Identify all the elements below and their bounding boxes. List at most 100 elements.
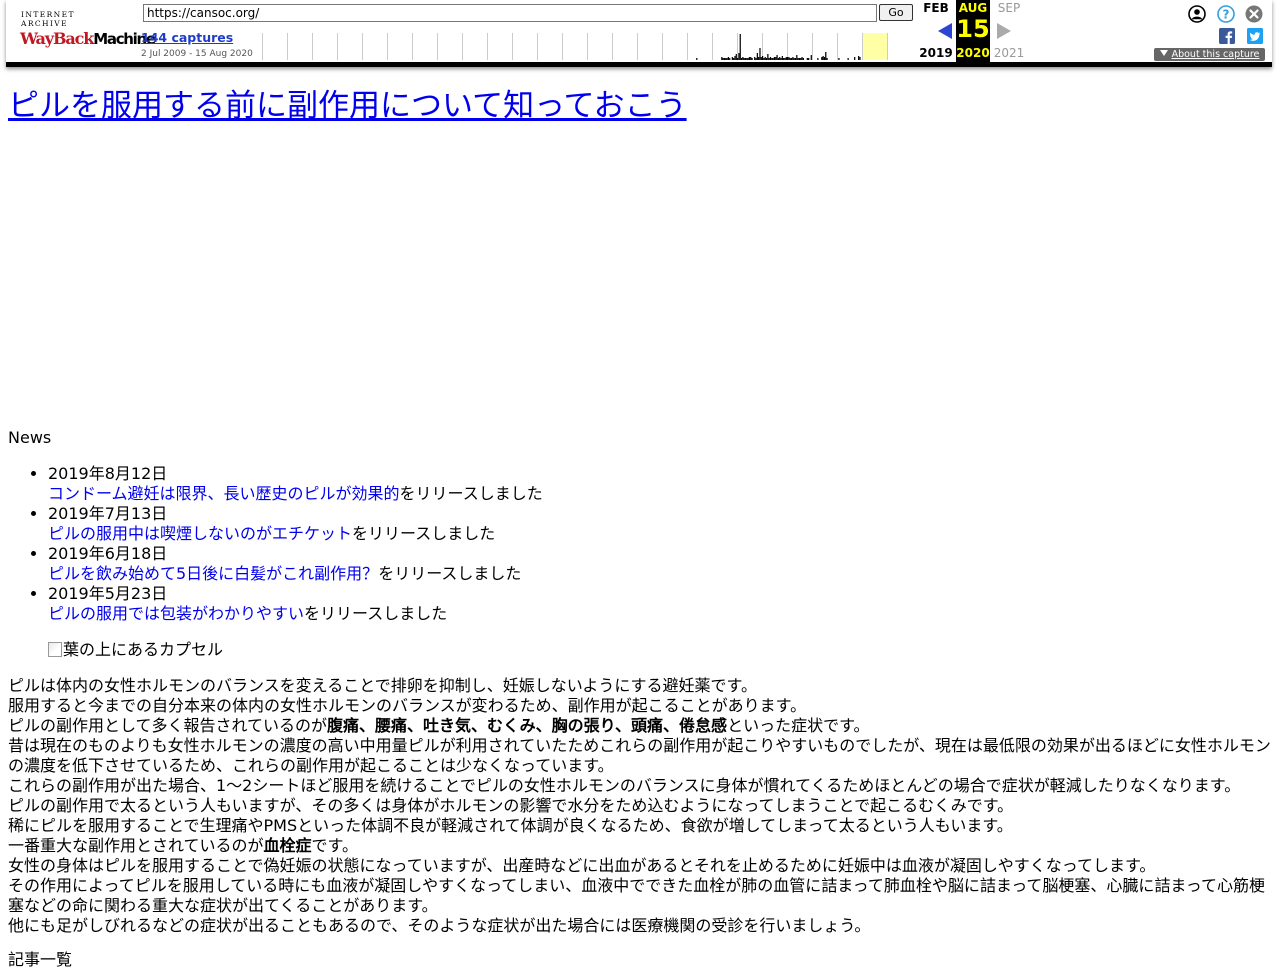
capture-bar[interactable] — [808, 58, 810, 60]
site-title-link[interactable]: ピルを服用する前に副作用について知っておこう — [8, 88, 687, 124]
calendar-prev-month[interactable]: FEB 2019 — [918, 0, 954, 62]
captures-link[interactable]: 144 captures — [141, 30, 233, 45]
news-item: 2019年8月12日 コンドーム避妊は限界、長い歴史のピルが効果的をリリースしま… — [48, 464, 1248, 504]
user-account-icon[interactable] — [1188, 5, 1206, 23]
capture-bar[interactable] — [746, 58, 748, 60]
capture-bar[interactable] — [756, 53, 758, 60]
capture-bar[interactable] — [773, 57, 776, 60]
capture-bar[interactable] — [854, 57, 856, 60]
capsule-image-alt-text: 葉の上にあるカプセル — [63, 640, 224, 659]
capture-bar[interactable] — [806, 58, 808, 60]
capture-bar[interactable] — [735, 54, 737, 60]
capture-bar[interactable] — [797, 58, 799, 60]
capture-bar[interactable] — [763, 58, 765, 60]
capture-bar[interactable] — [826, 58, 828, 60]
capture-bar[interactable] — [777, 58, 780, 60]
capture-bar[interactable] — [751, 58, 753, 60]
prev-capture-arrow-icon[interactable] — [938, 23, 952, 39]
capture-bar[interactable] — [822, 56, 824, 60]
capture-bar[interactable] — [781, 56, 783, 60]
capture-bar[interactable] — [796, 55, 798, 60]
capture-bar[interactable] — [768, 58, 770, 60]
help-icon[interactable]: ? — [1217, 5, 1235, 23]
next-capture-arrow-icon[interactable] — [997, 23, 1011, 39]
twitter-icon[interactable] — [1247, 28, 1263, 44]
capture-bar[interactable] — [821, 57, 823, 60]
capture-bar[interactable] — [755, 58, 757, 60]
capture-bar[interactable] — [740, 58, 743, 60]
capture-bar[interactable] — [771, 58, 773, 60]
capture-bar[interactable] — [744, 58, 747, 60]
wayback-logo[interactable]: INTERNET ARCHIVE WayBackMachine — [20, 10, 156, 50]
current-month-label: AUG — [958, 1, 988, 15]
capture-bar[interactable] — [748, 57, 751, 60]
capture-bar[interactable] — [764, 57, 766, 60]
capture-bar[interactable] — [725, 58, 727, 60]
capture-bar[interactable] — [722, 58, 724, 60]
capture-bar[interactable] — [790, 58, 793, 60]
capture-bar[interactable] — [765, 58, 768, 60]
capture-bar[interactable] — [750, 57, 752, 60]
capture-bar[interactable] — [785, 57, 787, 60]
capture-bar[interactable] — [760, 57, 762, 60]
capture-bar[interactable] — [859, 57, 861, 60]
capture-bar[interactable] — [825, 52, 827, 60]
capture-bar[interactable] — [759, 48, 761, 60]
capture-bar[interactable] — [800, 58, 802, 60]
capture-bar[interactable] — [747, 58, 749, 60]
intro-paragraph: 一番重大な副作用とされているのが血栓症です。 — [8, 836, 1274, 856]
capture-bar[interactable] — [731, 57, 733, 60]
capture-bar[interactable] — [784, 58, 786, 60]
capture-bar[interactable] — [729, 58, 731, 60]
capture-bar[interactable] — [726, 58, 728, 60]
capture-bar[interactable] — [775, 57, 777, 60]
close-icon[interactable] — [1245, 5, 1263, 23]
capture-bar[interactable] — [737, 58, 739, 60]
news-article-link[interactable]: ピルの服用中は喫煙しないのがエチケット — [48, 524, 352, 543]
capture-bar[interactable] — [787, 57, 789, 60]
url-input[interactable] — [143, 4, 877, 22]
capture-bar[interactable] — [776, 55, 778, 60]
capture-bar[interactable] — [723, 58, 726, 60]
capture-bar[interactable] — [758, 57, 760, 60]
capture-bar[interactable] — [847, 58, 849, 60]
capture-bar[interactable] — [727, 57, 730, 60]
capture-bar[interactable] — [789, 58, 791, 60]
capture-bar[interactable] — [742, 57, 744, 60]
capture-bar[interactable] — [798, 58, 801, 60]
capture-bar[interactable] — [738, 53, 740, 60]
capture-bar[interactable] — [767, 54, 769, 60]
capture-bar[interactable] — [810, 55, 812, 60]
capture-bar[interactable] — [721, 57, 723, 60]
about-capture-button[interactable]: About this capture — [1154, 48, 1265, 61]
capture-bar[interactable] — [838, 58, 840, 60]
capture-bar[interactable] — [762, 56, 764, 60]
capture-bar[interactable] — [792, 57, 794, 60]
facebook-icon[interactable] — [1219, 28, 1235, 44]
calendar-next-month[interactable]: SEP 2021 — [991, 0, 1027, 62]
capture-bar[interactable] — [858, 56, 860, 60]
capture-sparkline[interactable] — [262, 33, 912, 60]
capture-bar[interactable] — [769, 57, 772, 60]
capture-bar[interactable] — [788, 57, 790, 60]
news-article-link[interactable]: コンドーム避妊は限界、長い歴史のピルが効果的 — [48, 484, 400, 503]
capture-bar[interactable] — [779, 57, 781, 60]
capture-bar[interactable] — [739, 34, 741, 60]
news-article-link[interactable]: ピルを飲み始めて5日後に白髪がこれ副作用？ — [48, 564, 378, 583]
capture-bar[interactable] — [817, 58, 819, 60]
capture-bar[interactable] — [780, 58, 782, 60]
capture-bar[interactable] — [734, 56, 736, 60]
capture-bar[interactable] — [793, 58, 795, 60]
capture-bar[interactable] — [696, 58, 698, 60]
capture-bar[interactable] — [772, 58, 774, 60]
capture-bar[interactable] — [802, 58, 805, 60]
capture-bar[interactable] — [754, 57, 756, 60]
capture-bar[interactable] — [823, 57, 826, 60]
capture-bar[interactable] — [743, 58, 745, 60]
capture-bar[interactable] — [801, 57, 803, 60]
go-button[interactable]: Go — [879, 4, 913, 21]
capture-bar[interactable] — [794, 58, 797, 60]
capture-bar[interactable] — [783, 58, 785, 60]
capture-bar[interactable] — [733, 58, 735, 60]
news-article-link[interactable]: ピルの服用では包装がわかりやすい — [48, 604, 304, 623]
